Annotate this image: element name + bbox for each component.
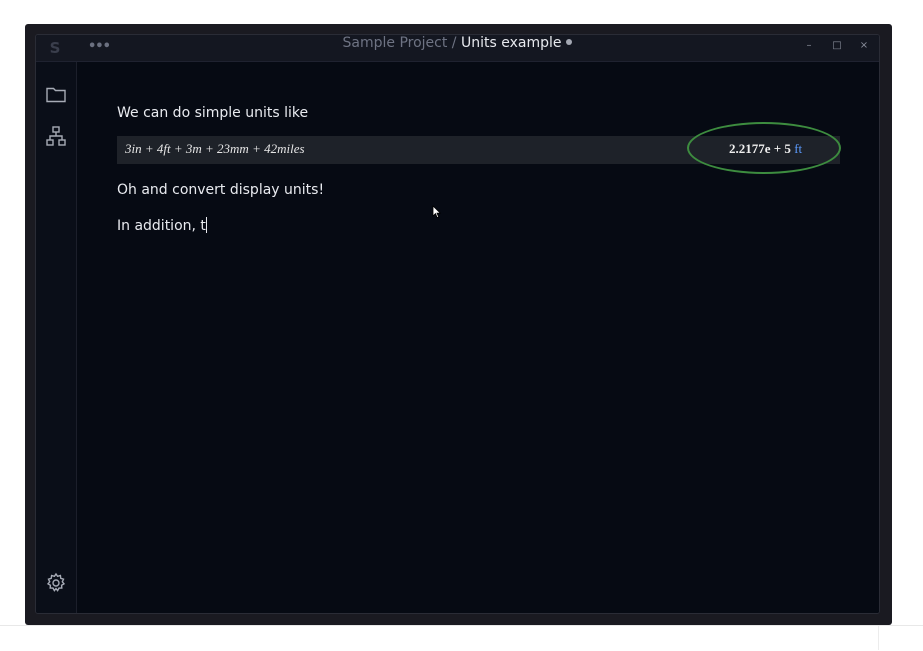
paragraph-text[interactable]: We can do simple units like — [117, 105, 308, 121]
result-highlight-ellipse — [687, 122, 841, 174]
sidebar — [36, 62, 77, 613]
sitemap-icon[interactable] — [45, 125, 67, 147]
mouse-pointer-icon — [432, 205, 442, 219]
maximize-button[interactable]: □ — [829, 39, 845, 53]
breadcrumb-project[interactable]: Sample Project — [343, 35, 448, 51]
folder-icon[interactable] — [45, 83, 67, 105]
divider — [878, 626, 879, 650]
breadcrumb-document: Units example — [460, 35, 562, 51]
app-window: S ••• Sample Project / Units example – □… — [35, 34, 880, 614]
titlebar: S ••• Sample Project / Units example – □… — [36, 35, 879, 62]
unsaved-indicator-dot — [566, 39, 573, 45]
editor-content[interactable]: We can do simple units like 3in + 4ft + … — [77, 62, 879, 613]
gear-icon[interactable] — [45, 572, 67, 594]
paragraph-text-editing[interactable]: In addition, t — [117, 217, 207, 234]
text-cursor — [205, 217, 207, 233]
breadcrumb-separator: / — [447, 35, 461, 51]
bottom-strip — [0, 625, 923, 651]
math-expression[interactable]: 3in + 4ft + 3m + 23mm + 42miles — [125, 141, 305, 157]
paragraph-text-typed[interactable]: In addition, t — [117, 218, 206, 234]
breadcrumb: Sample Project / Units example — [36, 35, 879, 61]
minimize-button[interactable]: – — [801, 39, 817, 53]
paragraph-text[interactable]: Oh and convert display units! — [117, 182, 324, 198]
close-button[interactable]: × — [856, 39, 872, 53]
